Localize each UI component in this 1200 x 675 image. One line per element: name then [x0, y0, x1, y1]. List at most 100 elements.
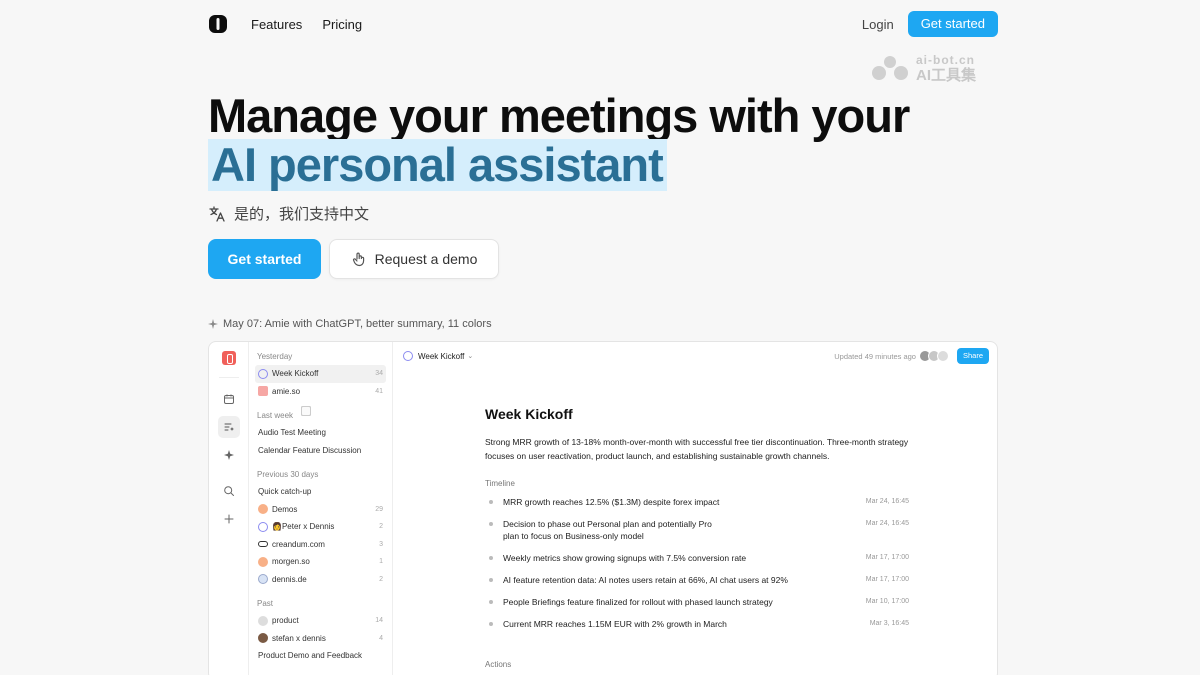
list-item-count: 29: [375, 505, 383, 513]
list-item-demos[interactable]: Demos 29: [255, 501, 386, 519]
announcement-banner[interactable]: May 07: Amie with ChatGPT, better summar…: [208, 318, 492, 330]
section-label-yesterday: Yesterday: [257, 352, 293, 361]
list-item-count: 1: [379, 558, 383, 566]
doc-icon: [301, 406, 311, 416]
document-title: Week Kickoff: [485, 406, 573, 422]
timeline-item: Decision to phase out Personal plan and …: [485, 518, 909, 542]
request-demo-label: Request a demo: [374, 251, 478, 267]
section-label-last-week: Last week: [257, 411, 294, 420]
nav-link-pricing[interactable]: Pricing: [322, 17, 362, 32]
timeline-date: Mar 24, 16:45: [865, 520, 909, 527]
list-item-product-demo[interactable]: Product Demo and Feedback: [255, 406, 386, 665]
pointer-hand-icon: [352, 252, 364, 267]
hero-heading-line2-highlight: AI personal assistant: [208, 139, 667, 191]
app-icon-rail: [209, 342, 249, 675]
list-item-label: Quick catch-up: [258, 487, 312, 497]
avatar-icon: [258, 633, 268, 644]
notes-icon[interactable]: [217, 416, 240, 438]
list-item-count: 41: [375, 387, 383, 395]
add-icon[interactable]: [218, 508, 240, 530]
section-label-previous-30-days: Previous 30 days: [257, 470, 319, 479]
share-button[interactable]: Share: [956, 348, 989, 364]
timeline-date: Mar 3, 16:45: [869, 620, 909, 627]
bullet-icon: [489, 500, 493, 504]
meeting-title-dropdown[interactable]: Week Kickoff: [418, 352, 464, 361]
list-item-count: 14: [375, 617, 383, 625]
timeline-text: Current MRR reaches 1.15M EUR with 2% gr…: [503, 619, 727, 629]
app-logo-icon[interactable]: [221, 351, 236, 365]
brand-logo-icon[interactable]: [208, 14, 228, 34]
watermark-name: AI工具集: [916, 66, 977, 84]
nav-get-started-button[interactable]: Get started: [907, 11, 998, 37]
timeline-text: People Briefings feature finalized for r…: [503, 597, 773, 607]
org-icon: [258, 615, 268, 626]
list-item-count: 34: [375, 370, 383, 378]
bullet-icon: [489, 600, 493, 604]
timeline-heading: Timeline: [485, 479, 515, 488]
chevron-down-icon[interactable]: ⌄: [467, 352, 473, 360]
participant-avatars[interactable]: [918, 350, 949, 362]
list-item-morgen[interactable]: morgen.so 1: [255, 553, 386, 571]
sparkle-icon: [208, 319, 218, 329]
list-item-count: 4: [379, 634, 383, 642]
meeting-list-sidebar: Yesterday Week Kickoff 34 amie.so 41 Las…: [249, 342, 393, 675]
nav-link-features[interactable]: Features: [251, 17, 302, 32]
nav-actions: Login Get started: [862, 11, 998, 37]
list-item-amie[interactable]: amie.so 41: [255, 383, 386, 401]
login-link[interactable]: Login: [862, 17, 894, 32]
hero-cta-row: Get started Request a demo: [208, 239, 499, 279]
watermark: ai-bot.cn AI工具集: [870, 52, 998, 84]
link-icon: [258, 541, 268, 548]
timeline-item: Weekly metrics show growing signups with…: [485, 552, 909, 564]
rail-divider: [218, 377, 239, 378]
list-item-label: dennis.de: [272, 574, 307, 584]
document-summary: Strong MRR growth of 13-18% month-over-m…: [485, 437, 909, 461]
list-item-creandum[interactable]: creandum.com 3: [255, 536, 386, 554]
list-item-count: 3: [379, 540, 383, 548]
timeline-text: MRR growth reaches 12.5% ($1.3M) despite…: [503, 497, 720, 507]
get-started-button[interactable]: Get started: [208, 239, 321, 279]
list-item-week-kickoff[interactable]: Week Kickoff 34: [255, 365, 386, 383]
timeline-text: Weekly metrics show growing signups with…: [503, 553, 747, 563]
list-item-quick-catch-up[interactable]: Quick catch-up: [255, 406, 386, 501]
meeting-document: Week Kickoff Strong MRR growth of 13-18%…: [485, 406, 909, 630]
org-icon: [258, 556, 268, 567]
watermark-domain: ai-bot.cn: [916, 52, 975, 67]
bullet-icon: [489, 556, 493, 560]
list-item-label: Calendar Feature Discussion: [258, 445, 362, 455]
bullet-icon: [489, 578, 493, 582]
ai-sparkle-icon[interactable]: [218, 444, 240, 466]
timeline-date: Mar 17, 17:00: [865, 576, 909, 583]
list-item-label: 👩Peter x Dennis: [272, 522, 335, 532]
section-label-past: Past: [257, 599, 274, 608]
updated-timestamp: Updated 49 minutes ago: [834, 351, 916, 361]
list-item-product[interactable]: product 14: [255, 612, 386, 630]
list-item-count: 2: [379, 523, 383, 531]
sync-icon: [258, 368, 268, 379]
timeline-text: Decision to phase out Personal plan and …: [503, 519, 712, 541]
translate-icon: [209, 205, 225, 222]
demos-icon: [258, 504, 268, 515]
sync-icon: [403, 351, 413, 361]
timeline-item: AI feature retention data: AI notes user…: [485, 574, 909, 586]
top-nav: Features Pricing Login Get started: [208, 11, 998, 37]
list-item-label: stefan x dennis: [272, 633, 326, 643]
amie-icon: [258, 386, 268, 397]
list-item-label: amie.so: [272, 386, 301, 396]
request-demo-button[interactable]: Request a demo: [329, 239, 499, 279]
list-item-stefan-x-dennis[interactable]: stefan x dennis 4: [255, 630, 386, 648]
list-item-label: Product Demo and Feedback: [258, 651, 363, 661]
list-item-label: morgen.so: [272, 557, 310, 567]
bullet-icon: [489, 522, 493, 526]
list-item-peter-x-dennis[interactable]: 👩Peter x Dennis 2: [255, 518, 386, 536]
search-icon[interactable]: [218, 480, 240, 502]
hero-heading-line1: Manage your meetings with your: [208, 89, 910, 142]
list-item-dennis-de[interactable]: dennis.de 2: [255, 571, 386, 589]
actions-heading: Actions: [485, 660, 512, 669]
list-item-label: Audio Test Meeting: [258, 428, 326, 438]
list-item-calendar-feature[interactable]: Calendar Feature Discussion: [255, 406, 386, 460]
bullet-icon: [489, 622, 493, 626]
list-item-audio-test[interactable]: Audio Test Meeting: [255, 406, 386, 442]
calendar-icon[interactable]: [218, 388, 240, 410]
timeline-item: MRR growth reaches 12.5% ($1.3M) despite…: [485, 496, 909, 508]
